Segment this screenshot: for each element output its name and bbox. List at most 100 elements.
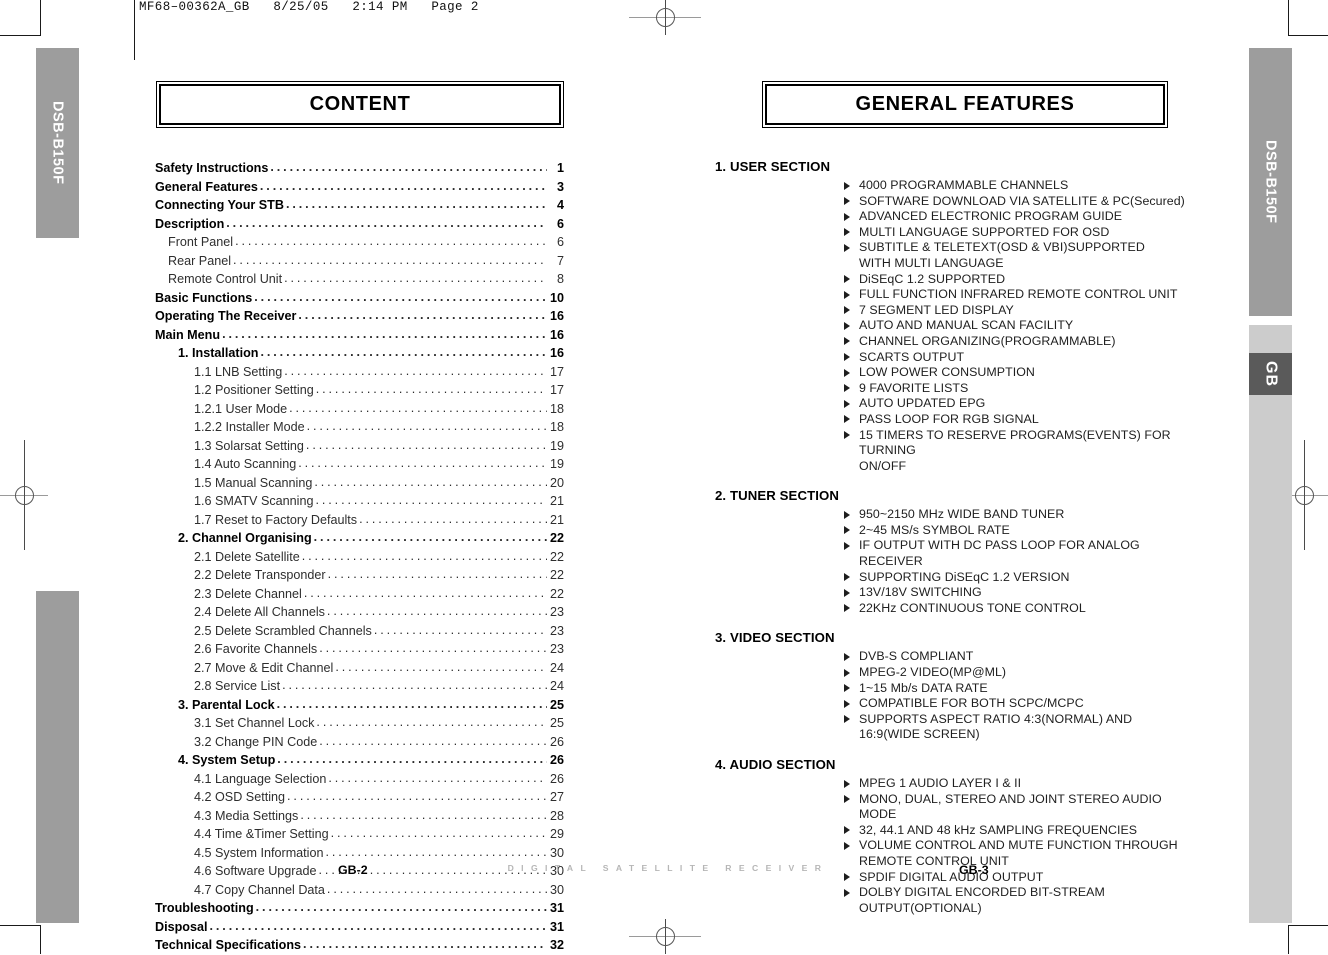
toc-entry[interactable]: 2.7 Move & Edit Channel.................… bbox=[155, 659, 564, 678]
toc-entry-label: Main Menu bbox=[155, 327, 221, 342]
feature-bullet-item: MULTI LANGUAGE SUPPORTED FOR OSD bbox=[715, 225, 1185, 241]
triangle-bullet-icon bbox=[844, 779, 850, 788]
triangle-bullet-icon bbox=[844, 699, 850, 708]
toc-entry[interactable]: Connecting Your STB.....................… bbox=[155, 196, 564, 215]
toc-entry[interactable]: Rear Panel..............................… bbox=[155, 252, 564, 271]
feature-bullet-item: 22KHz CONTINUOUS TONE CONTROL bbox=[715, 601, 1185, 617]
toc-entry-label: Troubleshooting bbox=[155, 901, 254, 915]
toc-entry-label: 4.1 Language Selection bbox=[194, 771, 327, 786]
toc-entry-page: 19 bbox=[549, 438, 564, 453]
toc-entry[interactable]: 3.2 Change PIN Code.....................… bbox=[155, 733, 564, 752]
feature-bullet-item: AUTO UPDATED EPG bbox=[715, 396, 1185, 412]
toc-entry[interactable]: 1.7 Reset to Factory Defaults...........… bbox=[155, 511, 564, 530]
toc-entry[interactable]: 4.5 System Information..................… bbox=[155, 844, 564, 863]
toc-entry[interactable]: 4.1 Language Selection..................… bbox=[155, 770, 564, 789]
feature-bullet-item: 9 FAVORITE LISTS bbox=[715, 381, 1185, 397]
toc-entry[interactable]: 4.2 OSD Setting.........................… bbox=[155, 788, 564, 807]
triangle-bullet-icon bbox=[844, 510, 850, 519]
feature-bullet-text: AUTO UPDATED EPG bbox=[859, 396, 986, 411]
toc-entry-page: 24 bbox=[549, 679, 564, 693]
toc-entry-label: Description bbox=[155, 216, 225, 231]
toc-entry[interactable]: Description.............................… bbox=[155, 215, 564, 234]
toc-entry-label: 4. System Setup bbox=[178, 753, 276, 767]
toc-entry[interactable]: 1.2 Positioner Setting..................… bbox=[155, 381, 564, 400]
toc-leader-dots: ........................................… bbox=[285, 197, 547, 211]
toc-entry[interactable]: 3. Parental Lock........................… bbox=[155, 696, 564, 715]
toc-entry[interactable]: Troubleshooting.........................… bbox=[155, 899, 564, 918]
toc-entry-label: 4.4 Time &Timer Setting bbox=[194, 827, 329, 841]
toc-entry[interactable]: General Features........................… bbox=[155, 178, 564, 197]
toc-entry-page: 27 bbox=[549, 790, 564, 804]
feature-bullet-item: SCARTS OUTPUT bbox=[715, 350, 1185, 366]
toc-entry-label: 2.4 Delete All Channels bbox=[194, 605, 325, 619]
triangle-bullet-icon bbox=[844, 715, 850, 724]
toc-entry[interactable]: 2.5 Delete Scrambled Channels...........… bbox=[155, 622, 564, 641]
toc-entry[interactable]: 2.1 Delete Satellite....................… bbox=[155, 548, 564, 567]
toc-entry[interactable]: 1.2.2 Installer Mode....................… bbox=[155, 418, 564, 437]
feature-bullet-item: DVB-S COMPLIANT bbox=[715, 649, 1185, 665]
toc-entry[interactable]: 4.7 Copy Channel Data...................… bbox=[155, 881, 564, 900]
toc-entry-label: 4.2 OSD Setting bbox=[194, 790, 286, 804]
feature-bullet-text: MPEG 1 AUDIO LAYER I & II bbox=[859, 776, 1022, 790]
toc-leader-dots: ........................................… bbox=[300, 807, 547, 822]
feature-bullet-item: COMPATIBLE FOR BOTH SCPC/MCPC bbox=[715, 696, 1185, 712]
toc-entry-page: 18 bbox=[549, 401, 564, 416]
toc-leader-dots: ........................................… bbox=[259, 178, 547, 193]
feature-bullet-item: SUPPORTS ASPECT RATIO 4:3(NORMAL) AND 16:… bbox=[715, 712, 1185, 743]
toc-entry-label: 2.8 Service List bbox=[194, 679, 281, 693]
toc-entry[interactable]: 4. System Setup.........................… bbox=[155, 751, 564, 770]
toc-entry[interactable]: Basic Functions.........................… bbox=[155, 289, 564, 308]
toc-entry[interactable]: 1.4 Auto Scanning.......................… bbox=[155, 455, 564, 474]
toc-entry[interactable]: Operating The Receiver..................… bbox=[155, 307, 564, 326]
feature-bullet-text: CHANNEL ORGANIZING(PROGRAMMABLE) bbox=[859, 333, 1116, 348]
toc-entry-page: 22 bbox=[549, 549, 564, 564]
toc-leader-dots: ........................................… bbox=[303, 937, 547, 951]
toc-entry-label: Technical Specifications bbox=[155, 938, 302, 952]
toc-entry[interactable]: Front Panel.............................… bbox=[155, 233, 564, 252]
feature-bullet-text: IF OUTPUT WITH DC PASS LOOP FOR ANALOG R… bbox=[859, 538, 1140, 569]
toc-entry-page: 21 bbox=[549, 512, 564, 527]
triangle-bullet-icon bbox=[844, 668, 850, 677]
toc-leader-dots: ........................................… bbox=[330, 826, 547, 840]
triangle-bullet-icon bbox=[844, 399, 850, 408]
triangle-bullet-icon bbox=[844, 795, 850, 804]
toc-entry-label: 3. Parental Lock bbox=[178, 697, 275, 712]
toc-entry[interactable]: Remote Control Unit.....................… bbox=[155, 270, 564, 289]
toc-leader-dots: ........................................… bbox=[327, 567, 547, 581]
toc-entry-page: 26 bbox=[549, 734, 564, 749]
trim-line-center-top bbox=[134, 0, 135, 60]
toc-entry[interactable]: 4.3 Media Settings......................… bbox=[155, 807, 564, 826]
trim-line-bottom-left bbox=[0, 925, 41, 926]
feature-bullet-text: MONO, DUAL, STEREO AND JOINT STEREO AUDI… bbox=[859, 791, 1162, 822]
toc-entry[interactable]: 2.4 Delete All Channels.................… bbox=[155, 603, 564, 622]
trim-line-right-bottom bbox=[1288, 925, 1289, 954]
toc-entry[interactable]: 1.5 Manual Scanning.....................… bbox=[155, 474, 564, 493]
toc-entry[interactable]: 1.3 Solarsat Setting....................… bbox=[155, 437, 564, 456]
feature-bullet-text: 950~2150 MHz WIDE BAND TUNER bbox=[859, 507, 1065, 522]
toc-entry[interactable]: 1.2.1 User Mode.........................… bbox=[155, 400, 564, 419]
toc-entry[interactable]: Safety Instructions.....................… bbox=[155, 159, 564, 178]
toc-entry[interactable]: 1.1 LNB Setting.........................… bbox=[155, 363, 564, 382]
side-tab-right-pale-lower bbox=[1249, 395, 1292, 923]
toc-entry-page: 30 bbox=[549, 882, 564, 897]
triangle-bullet-icon bbox=[844, 353, 850, 362]
toc-leader-dots: ........................................… bbox=[313, 530, 547, 544]
toc-entry[interactable]: 2.6 Favorite Channels...................… bbox=[155, 640, 564, 659]
feature-section-heading: 2. TUNER SECTION bbox=[715, 488, 839, 504]
toc-entry[interactable]: 1. Installation.........................… bbox=[155, 344, 564, 363]
toc-entry[interactable]: 2.8 Service List........................… bbox=[155, 677, 564, 696]
toc-entry[interactable]: 2.3 Delete Channel......................… bbox=[155, 585, 564, 604]
toc-entry[interactable]: Technical Specifications................… bbox=[155, 936, 564, 955]
toc-entry[interactable]: 1.6 SMATV Scanning......................… bbox=[155, 492, 564, 511]
toc-entry[interactable]: 2. Channel Organising...................… bbox=[155, 529, 564, 548]
toc-entry[interactable]: 2.2 Delete Transponder..................… bbox=[155, 566, 564, 585]
toc-entry-label: 1.3 Solarsat Setting bbox=[194, 438, 304, 453]
toc-entry[interactable]: Disposal................................… bbox=[155, 918, 564, 937]
side-tab-left-lower-block bbox=[36, 591, 79, 923]
toc-entry[interactable]: 3.1 Set Channel Lock....................… bbox=[155, 714, 564, 733]
feature-bullet-item: MPEG 1 AUDIO LAYER I & II bbox=[715, 776, 1185, 792]
print-slug: MF68–00362A_GB 8/25/05 2:14 PM Page 2 bbox=[139, 0, 479, 14]
toc-entry[interactable]: Main Menu...............................… bbox=[155, 326, 564, 345]
trim-line-right bbox=[1288, 0, 1289, 35]
toc-entry[interactable]: 4.4 Time &Timer Setting.................… bbox=[155, 825, 564, 844]
